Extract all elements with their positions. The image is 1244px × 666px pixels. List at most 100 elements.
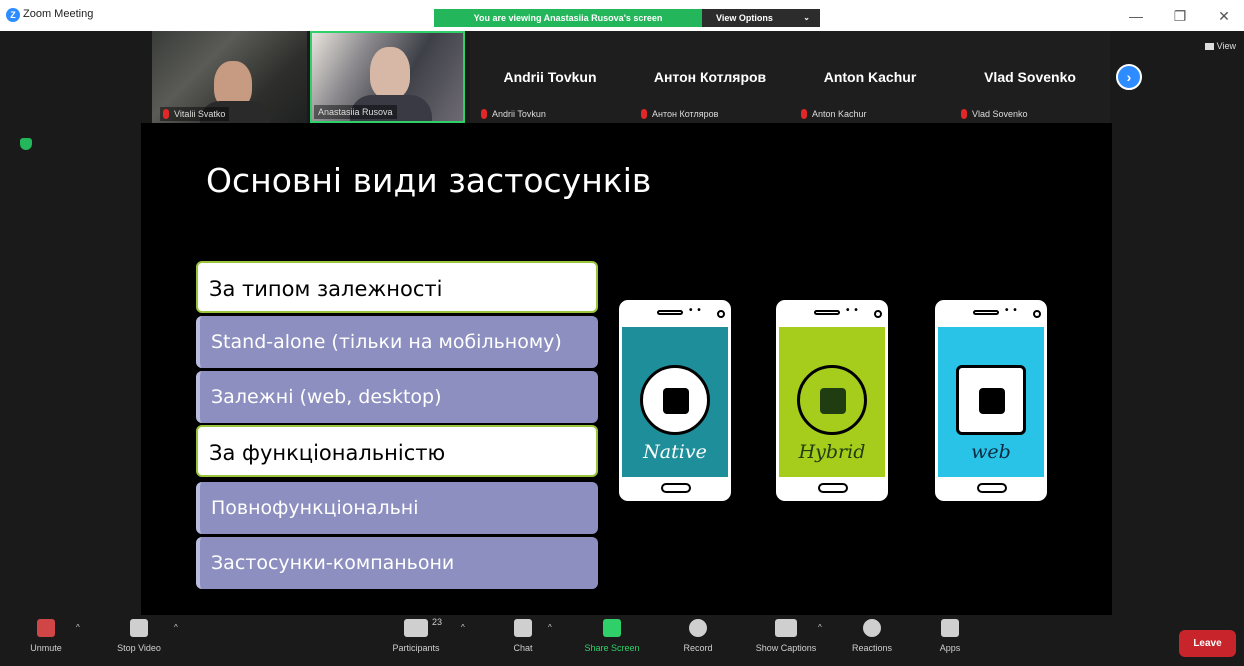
participant-name-label: Andrii Tovkun [478, 107, 550, 121]
participant-tile[interactable]: Anton Kachur Anton Kachur [790, 31, 950, 123]
participant-name-label: Anastasiia Rusova [314, 105, 397, 119]
participant-tile[interactable]: Vlad Sovenko Vlad Sovenko [950, 31, 1110, 123]
participant-display-name: Andrii Tovkun [503, 69, 597, 85]
participant-display-name: Антон Котляров [653, 69, 767, 85]
phone-camera [874, 310, 882, 318]
participant-video-face [370, 47, 410, 99]
chevron-up-icon: ^ [818, 623, 822, 632]
share-screen-label: Share Screen [584, 643, 640, 653]
close-button[interactable]: ✕ [1209, 4, 1239, 28]
reactions-icon [863, 619, 881, 637]
title-bar: Z Zoom Meeting You are viewing Anastasii… [0, 0, 1244, 31]
chat-button[interactable]: Chat [506, 619, 540, 653]
mic-muted-icon [801, 109, 807, 119]
phone-camera [1033, 310, 1041, 318]
chat-label: Chat [513, 643, 533, 653]
web-apps-icon [956, 365, 1026, 435]
native-apps-icon [640, 365, 710, 435]
hybrid-phone-illustration: • • Hybrid [773, 297, 891, 504]
hybrid-framework-icon [820, 388, 846, 414]
show-captions-button[interactable]: Show Captions [744, 619, 828, 653]
share-screen-button[interactable]: Share Screen [576, 619, 648, 653]
microphone-muted-icon [37, 619, 55, 637]
participant-name: Vlad Sovenko [972, 109, 1028, 119]
phone-dots: • • [689, 305, 702, 316]
phone-speaker [657, 310, 683, 315]
phone-screen: web [938, 327, 1044, 477]
unmute-label: Unmute [30, 643, 62, 653]
leave-button[interactable]: Leave [1179, 630, 1236, 657]
participant-tile[interactable]: Vitalii Svatko [152, 31, 307, 123]
slide-box-item: Залежні (web, desktop) [196, 371, 598, 423]
meeting-toolbar: Unmute ^ Stop Video ^ Participants 23 ^ … [0, 615, 1244, 666]
web-phone-illustration: • • web [932, 297, 1050, 504]
chevron-up-icon: ^ [548, 623, 552, 632]
phone-camera [717, 310, 725, 318]
reactions-button[interactable]: Reactions [844, 619, 900, 653]
mic-muted-icon [481, 109, 487, 119]
slide-box-heading: За типом залежності [196, 261, 598, 313]
participant-display-name: Anton Kachur [823, 69, 917, 85]
participant-name-label: Антон Котляров [638, 107, 722, 121]
security-shield-icon[interactable] [20, 138, 32, 150]
participant-tile-active-speaker[interactable]: Anastasiia Rusova [310, 31, 465, 123]
apple-android-windows-icon [663, 388, 689, 414]
phone-speaker [814, 310, 840, 315]
phone-caption: Native [643, 441, 707, 463]
participant-name-label: Vlad Sovenko [958, 107, 1032, 121]
participant-tile[interactable]: Andrii Tovkun Andrii Tovkun [470, 31, 630, 123]
view-toggle-button[interactable]: View [1204, 41, 1236, 51]
participant-name: Anastasiia Rusova [318, 107, 393, 117]
participants-count: 23 [431, 617, 442, 627]
mic-muted-icon [641, 109, 647, 119]
participant-name: Andrii Tovkun [492, 109, 546, 119]
participant-name: Anton Kachur [812, 109, 867, 119]
chevron-right-icon[interactable]: › [1116, 64, 1142, 90]
minimize-button[interactable]: — [1121, 4, 1151, 28]
mic-muted-icon [163, 109, 169, 119]
reactions-label: Reactions [851, 643, 893, 653]
phone-screen: Hybrid [779, 327, 885, 477]
zoom-logo-icon: Z [6, 8, 20, 22]
captions-icon [775, 619, 797, 637]
apps-label: Apps [939, 643, 961, 653]
record-button[interactable]: Record [676, 619, 720, 653]
chevron-down-icon: ⌄ [803, 13, 810, 22]
window-title: Zoom Meeting [23, 8, 94, 20]
participant-display-name: Vlad Sovenko [984, 69, 1076, 85]
web-technologies-icon [979, 388, 1005, 414]
phone-home-button [661, 483, 691, 493]
chat-icon [514, 619, 532, 637]
phone-speaker [973, 310, 999, 315]
chevron-up-icon: ^ [174, 623, 178, 632]
record-label: Record [683, 643, 713, 653]
phone-home-button [818, 483, 848, 493]
participant-tile[interactable]: Антон Котляров Антон Котляров [630, 31, 790, 123]
viewing-screen-banner: You are viewing Anastasiia Rusova's scre… [434, 9, 702, 27]
apps-button[interactable]: Apps [934, 619, 966, 653]
phone-screen: Native [622, 327, 728, 477]
share-screen-icon [603, 619, 621, 637]
shared-screen-slide: Основні види застосунків За типом залежн… [141, 123, 1112, 616]
chevron-up-icon: ^ [76, 623, 80, 632]
unmute-button[interactable]: Unmute [24, 619, 68, 653]
phone-caption: Hybrid [798, 441, 866, 463]
slide-box-item: Повнофункціональні [196, 482, 598, 534]
restore-button[interactable]: ❐ [1165, 4, 1195, 28]
participants-label: Participants [392, 643, 440, 653]
view-options-label: View Options [716, 13, 773, 23]
phone-home-button [977, 483, 1007, 493]
stop-video-button[interactable]: Stop Video [108, 619, 170, 653]
gallery-view-icon [1204, 43, 1214, 51]
participant-gallery: Vitalii Svatko Anastasiia Rusova Andrii … [152, 31, 1162, 123]
participants-icon [404, 619, 428, 637]
slide-box-item: Stand-alone (тільки на мобільному) [196, 316, 598, 368]
zoom-window: Z Zoom Meeting You are viewing Anastasii… [0, 0, 1244, 666]
chevron-up-icon: ^ [461, 623, 465, 632]
view-options-button[interactable]: View Options ⌄ [702, 9, 820, 27]
video-camera-icon [130, 619, 148, 637]
slide-box-item: Застосунки-компаньони [196, 537, 598, 589]
slide-box-heading: За функціональністю [196, 425, 598, 477]
phone-dots: • • [846, 305, 859, 316]
participant-name-label: Anton Kachur [798, 107, 871, 121]
